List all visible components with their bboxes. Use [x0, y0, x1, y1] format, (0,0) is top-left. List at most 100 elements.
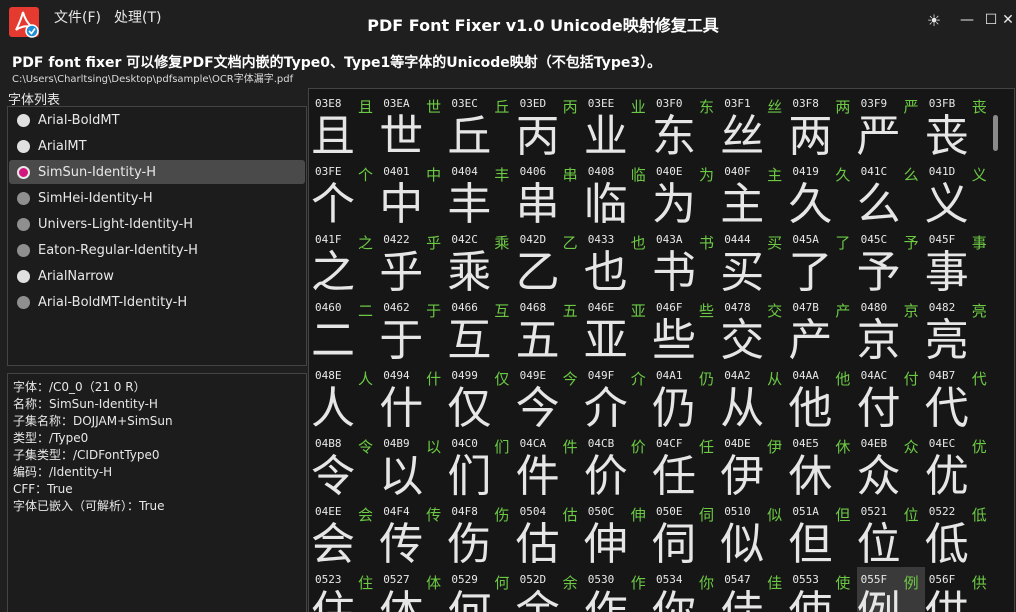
- close-icon[interactable]: ✕: [994, 6, 1016, 34]
- glyph-cell[interactable]: 049E 今今: [516, 363, 584, 431]
- glyph-cell[interactable]: 0480 京京: [857, 295, 925, 363]
- glyph-cell[interactable]: 0466 互互: [447, 295, 515, 363]
- glyph-cell[interactable]: 0521 位位: [857, 499, 925, 567]
- glyph-cell[interactable]: 043A 书书: [652, 227, 720, 295]
- glyph-cell[interactable]: 03F9 严严: [857, 91, 925, 159]
- glyph-cell[interactable]: 041D 义义: [925, 159, 993, 227]
- glyph-cell[interactable]: 051A 但但: [788, 499, 856, 567]
- glyph-cell[interactable]: 050C 伸伸: [584, 499, 652, 567]
- glyph-render: 住: [311, 591, 355, 612]
- glyph-cell[interactable]: 056F 供供: [925, 567, 993, 612]
- font-item[interactable]: ArialMT: [9, 134, 305, 158]
- glyph-cell[interactable]: 03ED 丙丙: [516, 91, 584, 159]
- glyph-cell[interactable]: 045A 了了: [788, 227, 856, 295]
- glyph-cell[interactable]: 045F 事事: [925, 227, 993, 295]
- glyph-cell[interactable]: 050E 伺伺: [652, 499, 720, 567]
- glyph-cell[interactable]: 0494 什什: [379, 363, 447, 431]
- glyph-cell[interactable]: 03EC 丘丘: [447, 91, 515, 159]
- glyph-cell[interactable]: 04CA 件件: [516, 431, 584, 499]
- glyph-cell[interactable]: 040F 主主: [720, 159, 788, 227]
- glyph-cell[interactable]: 0444 买买: [720, 227, 788, 295]
- font-item-selected[interactable]: SimSun-Identity-H: [9, 160, 305, 184]
- glyph-cell[interactable]: 04B8 令令: [311, 431, 379, 499]
- glyph-cell[interactable]: 03E8 且且: [311, 91, 379, 159]
- glyph-code: 03E8: [315, 97, 342, 110]
- glyph-cell[interactable]: 0404 丰丰: [447, 159, 515, 227]
- glyph-cell[interactable]: 03FE 个个: [311, 159, 379, 227]
- glyph-cell[interactable]: 0527 体体: [379, 567, 447, 612]
- font-item[interactable]: Arial-BoldMT: [9, 108, 305, 132]
- glyph-cell[interactable]: 046F 些些: [652, 295, 720, 363]
- glyph-cell[interactable]: 03F1 丝丝: [720, 91, 788, 159]
- glyph-cell[interactable]: 03EA 世世: [379, 91, 447, 159]
- glyph-cell[interactable]: 0504 估估: [516, 499, 584, 567]
- glyph-cell[interactable]: 0401 中中: [379, 159, 447, 227]
- glyph-cell[interactable]: 04F4 传传: [379, 499, 447, 567]
- font-item[interactable]: Eaton-Regular-Identity-H: [9, 238, 305, 262]
- glyph-cell[interactable]: 0433 也也: [584, 227, 652, 295]
- glyph-cell[interactable]: 04A2 从从: [720, 363, 788, 431]
- scrollbar-thumb[interactable]: [993, 115, 998, 151]
- glyph-cell[interactable]: 049F 介介: [584, 363, 652, 431]
- glyph-cell[interactable]: 0522 低低: [925, 499, 993, 567]
- glyph-cell[interactable]: 04A1 仍仍: [652, 363, 720, 431]
- glyph-cell[interactable]: 0547 佳佳: [720, 567, 788, 612]
- glyph-cell[interactable]: 0553 使使: [788, 567, 856, 612]
- glyph-cell[interactable]: 03F8 两两: [788, 91, 856, 159]
- glyph-cell[interactable]: 048E 人人: [311, 363, 379, 431]
- font-item[interactable]: Arial-BoldMT-Identity-H: [9, 290, 305, 314]
- glyph-cell[interactable]: 04EC 优优: [925, 431, 993, 499]
- glyph-cell[interactable]: 0482 亮亮: [925, 295, 993, 363]
- glyph-cell[interactable]: 0534 你你: [652, 567, 720, 612]
- glyph-cell[interactable]: 042D 乙乙: [516, 227, 584, 295]
- glyph-cell[interactable]: 0460 二二: [311, 295, 379, 363]
- glyph-cell[interactable]: 0462 于于: [379, 295, 447, 363]
- glyph-cell[interactable]: 0408 临临: [584, 159, 652, 227]
- glyph-cell[interactable]: 04DE 伊伊: [720, 431, 788, 499]
- glyph-cell[interactable]: 04CF 任任: [652, 431, 720, 499]
- glyph-cell[interactable]: 04AA 他他: [788, 363, 856, 431]
- glyph-cell[interactable]: 04E5 休休: [788, 431, 856, 499]
- glyph-cell[interactable]: 0422 乎乎: [379, 227, 447, 295]
- glyph-cell[interactable]: 047B 产产: [788, 295, 856, 363]
- glyph-cell[interactable]: 03F0 东东: [652, 91, 720, 159]
- glyph-unicode-char: 件: [562, 438, 578, 456]
- glyph-cell[interactable]: 04B7 代代: [925, 363, 993, 431]
- font-item[interactable]: ArialNarrow: [9, 264, 305, 288]
- glyph-cell[interactable]: 04F8 伤伤: [447, 499, 515, 567]
- glyph-cell[interactable]: 04B9 以以: [379, 431, 447, 499]
- glyph-cell[interactable]: 040E 为为: [652, 159, 720, 227]
- glyph-cell[interactable]: 052D 余余: [516, 567, 584, 612]
- app-description: PDF font fixer 可以修复PDF文档内嵌的Type0、Type1等字…: [12, 55, 662, 71]
- theme-toggle-icon[interactable]: ☀: [920, 6, 948, 34]
- glyph-cell[interactable]: 04EB 众众: [857, 431, 925, 499]
- glyph-cell[interactable]: 0468 五五: [516, 295, 584, 363]
- glyph-cell[interactable]: 04CB 价价: [584, 431, 652, 499]
- glyph-cell[interactable]: 03EE 业业: [584, 91, 652, 159]
- glyph-cell[interactable]: 0499 仅仅: [447, 363, 515, 431]
- glyph-cell[interactable]: 042C 乘乘: [447, 227, 515, 295]
- glyph-unicode-char: 以: [426, 438, 442, 456]
- glyph-cell[interactable]: 041C 么么: [857, 159, 925, 227]
- glyph-cell[interactable]: 04C0 们们: [447, 431, 515, 499]
- glyph-cell[interactable]: 0529 何何: [447, 567, 515, 612]
- font-list[interactable]: Arial-BoldMT ArialMT SimSun-Identity-H S…: [7, 106, 307, 366]
- glyph-cell[interactable]: 04AC 付付: [857, 363, 925, 431]
- glyph-code: 041C: [860, 165, 888, 178]
- glyph-cell[interactable]: 0523 住住: [311, 567, 379, 612]
- glyph-cell[interactable]: 0478 交交: [720, 295, 788, 363]
- font-item[interactable]: Univers-Light-Identity-H: [9, 212, 305, 236]
- glyph-cell[interactable]: 045C 予予: [857, 227, 925, 295]
- glyph-code: 03FE: [315, 165, 342, 178]
- glyph-cell[interactable]: 03FB 丧丧: [925, 91, 993, 159]
- glyph-grid[interactable]: 03E8 且且 03EA 世世 03EC 丘丘 03ED 丙丙 03EE 业业 03F0 东东 03F1…: [308, 88, 1015, 612]
- glyph-cell[interactable]: 0530 作作: [584, 567, 652, 612]
- glyph-cell[interactable]: 0419 久久: [788, 159, 856, 227]
- glyph-cell[interactable]: 0510 似似: [720, 499, 788, 567]
- glyph-cell[interactable]: 04EE 会会: [311, 499, 379, 567]
- glyph-cell[interactable]: 046E 亚亚: [584, 295, 652, 363]
- glyph-cell[interactable]: 055F 例例: [856, 567, 925, 612]
- glyph-cell[interactable]: 0406 串串: [516, 159, 584, 227]
- glyph-cell[interactable]: 041F 之之: [311, 227, 379, 295]
- font-item[interactable]: SimHei-Identity-H: [9, 186, 305, 210]
